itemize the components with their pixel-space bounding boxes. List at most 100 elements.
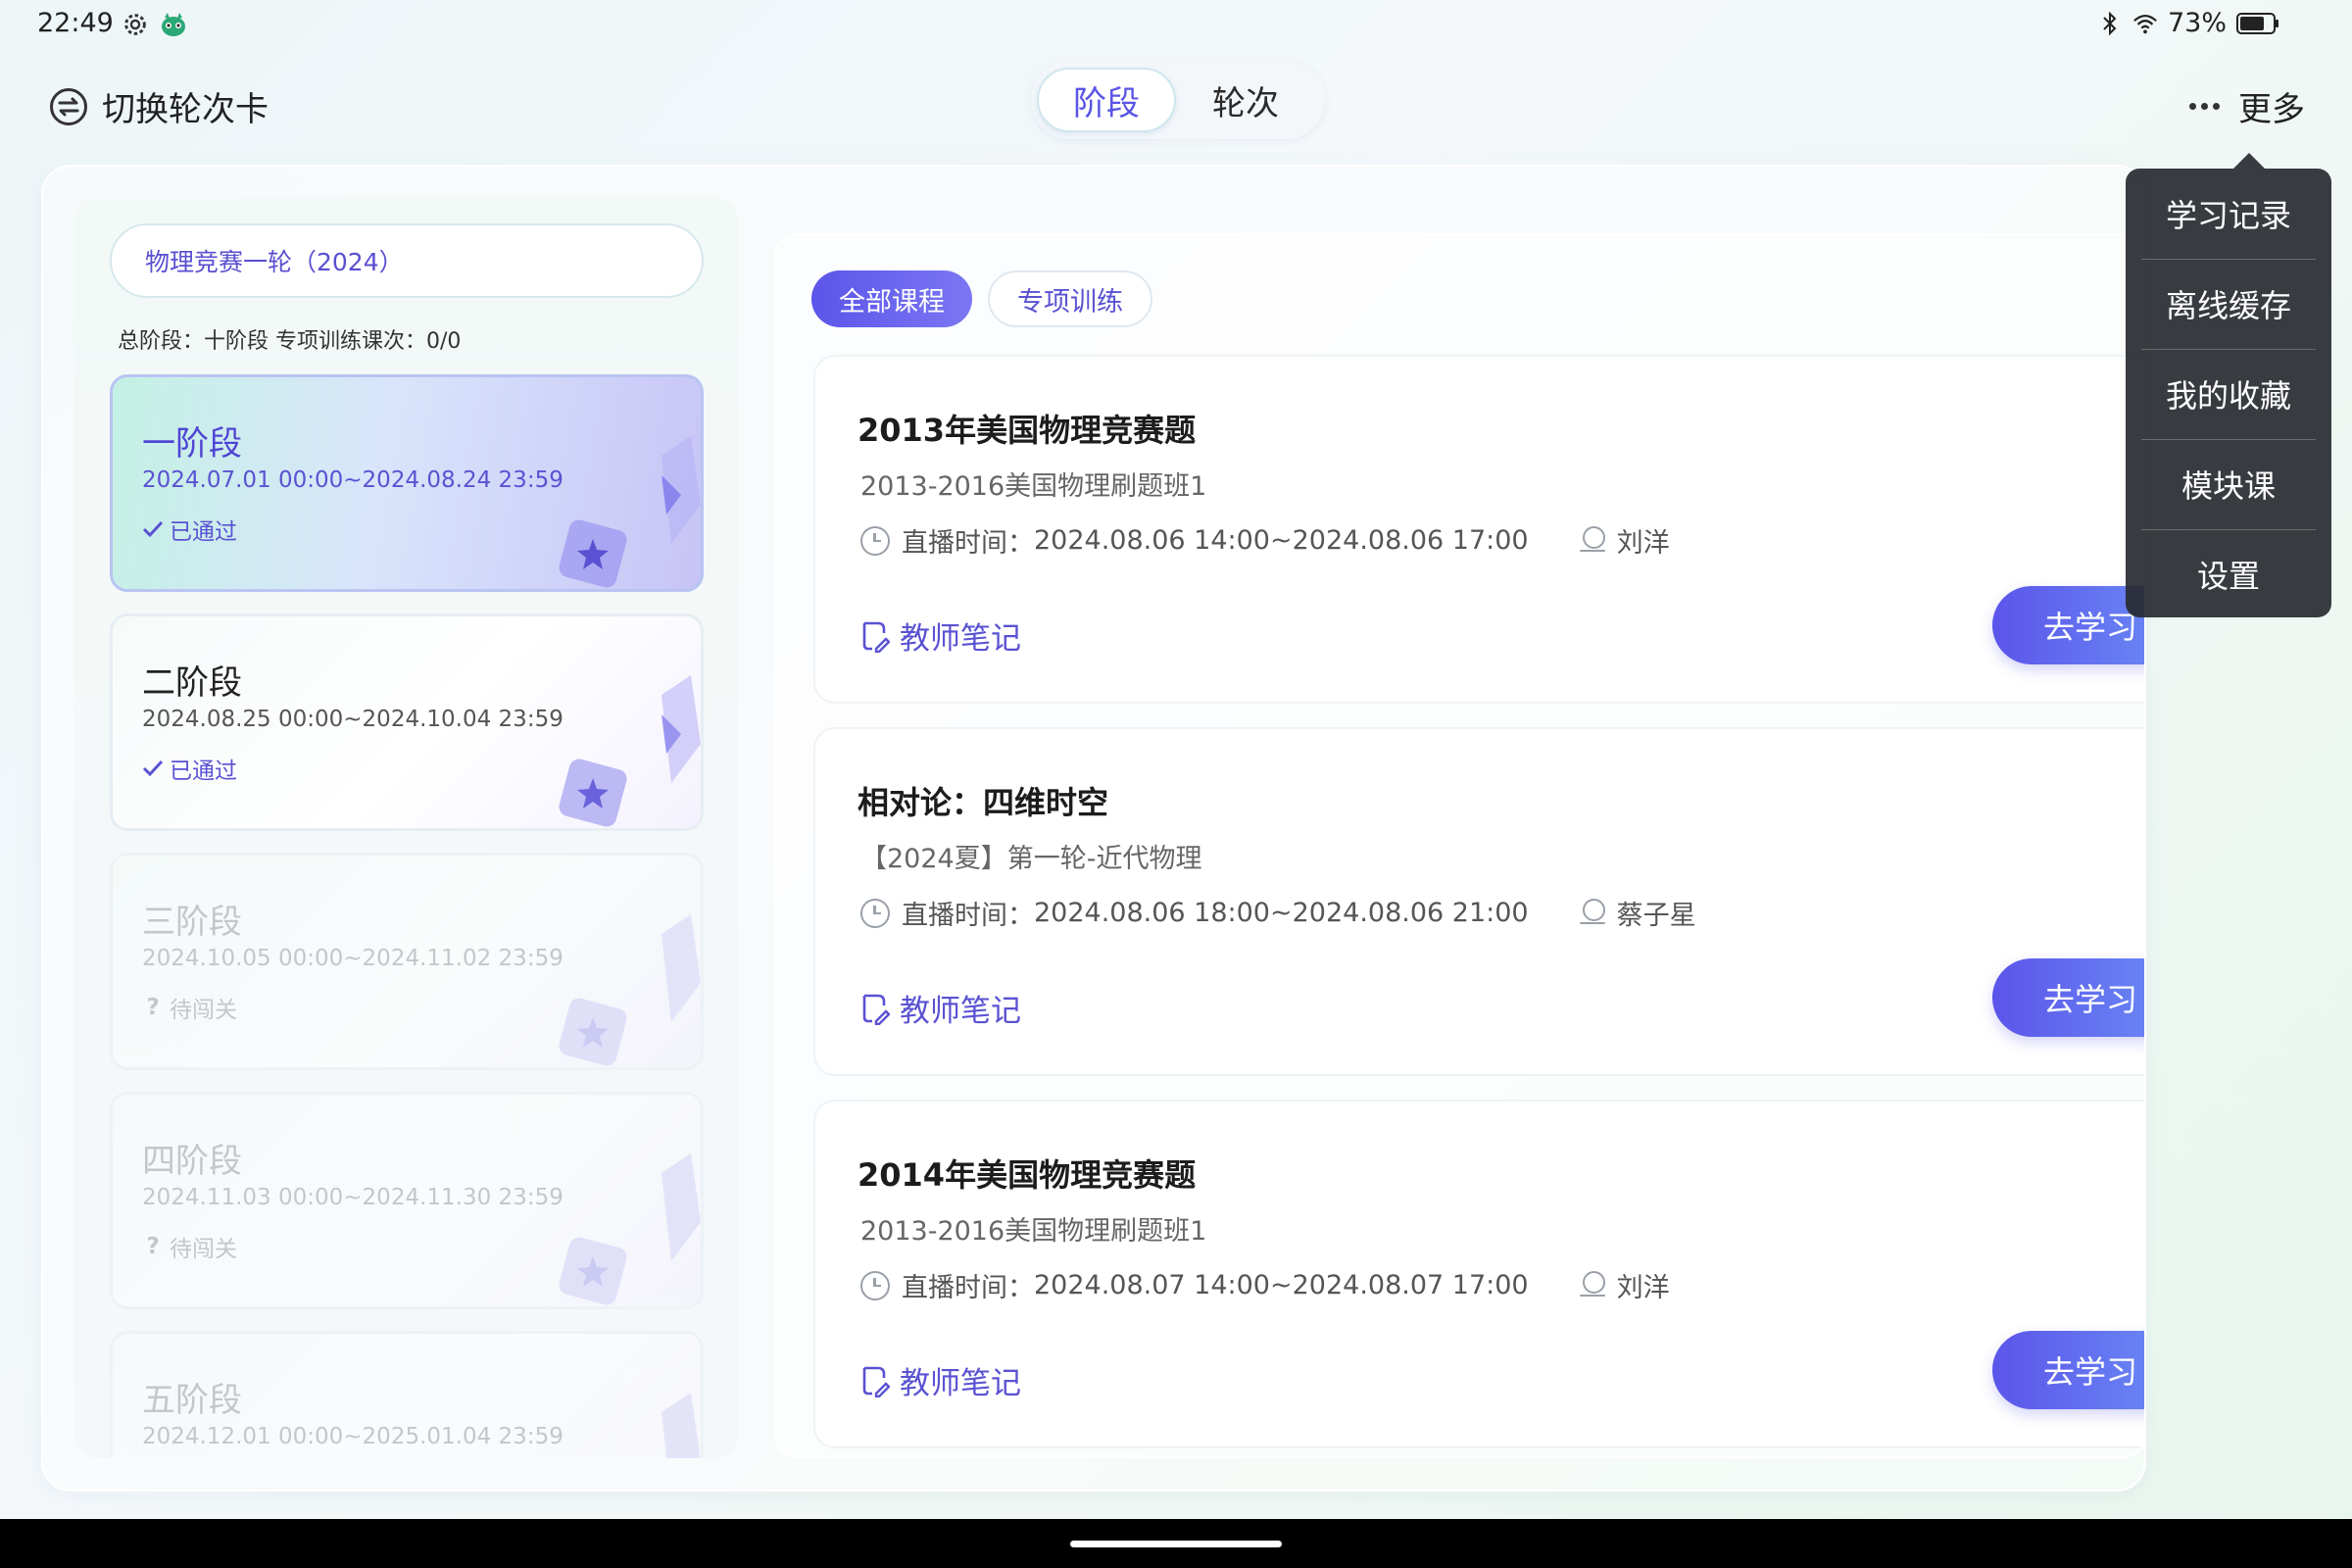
lesson-title: 2013年美国物理竞赛题 — [858, 412, 1197, 449]
live-time: 2024.08.06 14:00~2024.08.06 17:00 — [1034, 525, 1529, 556]
segment-stage[interactable]: 阶段 — [1037, 68, 1176, 132]
stage-badge-illustration — [559, 436, 701, 588]
lesson-list-panel: 全部课程 专项训练 2013年美国物理竞赛题 2013-2016美国物理刷题班1… — [774, 233, 2146, 1458]
tab-all-courses[interactable]: 全部课程 — [811, 270, 972, 327]
clock-icon — [860, 1270, 890, 1300]
stage-badge-illustration — [559, 675, 701, 827]
stage-card[interactable]: 五阶段 2024.12.01 00:00~2025.01.04 23:59 — [110, 1331, 704, 1458]
stage-date: 2024.12.01 00:00~2025.01.04 23:59 — [142, 1424, 564, 1449]
menu-item-module-course[interactable]: 模块课 — [2126, 439, 2331, 529]
teacher-notes-link[interactable]: 教师笔记 — [858, 613, 1021, 658]
battery-icon — [2236, 12, 2278, 34]
clock-icon — [860, 898, 890, 928]
live-time-label: 直播时间： — [902, 528, 1034, 559]
stage-date: 2024.08.25 00:00~2024.10.04 23:59 — [142, 707, 564, 732]
live-time: 2024.08.07 14:00~2024.08.07 17:00 — [1034, 1270, 1529, 1300]
stage-badge-illustration — [559, 1153, 701, 1305]
wifi-icon — [2133, 14, 2157, 33]
person-icon — [1579, 898, 1605, 928]
segment-round[interactable]: 轮次 — [1176, 68, 1315, 132]
system-nav-bar — [0, 1519, 2352, 1568]
more-dots-icon — [2189, 102, 2225, 112]
teacher-name: 刘洋 — [1616, 1273, 1670, 1303]
teacher: 蔡子星 — [1579, 894, 1696, 932]
go-study-button[interactable]: 去学习 — [1992, 1331, 2144, 1409]
stage-card[interactable]: 四阶段 2024.11.03 00:00~2024.11.30 23:59 ? … — [110, 1092, 704, 1309]
bluetooth-icon — [2103, 11, 2117, 35]
stage-status: ? 待闯关 — [142, 991, 237, 1024]
notes-icon — [862, 621, 890, 653]
stage-card[interactable]: 三阶段 2024.10.05 00:00~2024.11.02 23:59 ? … — [110, 853, 704, 1070]
live-time: 2024.08.06 18:00~2024.08.06 21:00 — [1034, 898, 1529, 928]
clock-icon — [860, 525, 890, 556]
menu-item-settings[interactable]: 设置 — [2126, 529, 2331, 619]
tab-special-training[interactable]: 专项训练 — [988, 270, 1152, 327]
stage-date: 2024.07.01 00:00~2024.08.24 23:59 — [142, 467, 564, 493]
lesson-card: 2013年美国物理竞赛题 2013-2016美国物理刷题班1 直播时间： 202… — [813, 355, 2144, 704]
lesson-meta: 直播时间： 2024.08.06 14:00~2024.08.06 17:00 … — [860, 521, 1670, 560]
lesson-class: 2013-2016美国物理刷题班1 — [860, 1216, 1207, 1247]
more-label: 更多 — [2238, 90, 2305, 129]
stage-status-label: 待闯关 — [170, 1237, 237, 1262]
stage-title: 二阶段 — [142, 663, 242, 703]
stage-badge-illustration — [559, 914, 701, 1066]
teacher-notes-label: 教师笔记 — [900, 621, 1021, 657]
more-menu-button[interactable]: 更多 — [2189, 82, 2305, 130]
course-selector[interactable]: 物理竞赛一轮（2024） — [110, 223, 704, 298]
stage-card[interactable]: 一阶段 2024.07.01 00:00~2024.08.24 23:59 已通… — [110, 374, 704, 592]
notes-icon — [862, 1366, 890, 1397]
lesson-meta: 直播时间： 2024.08.07 14:00~2024.08.07 17:00 … — [860, 1266, 1670, 1304]
menu-item-study-record[interactable]: 学习记录 — [2126, 169, 2331, 259]
teacher-name: 蔡子星 — [1616, 901, 1696, 931]
person-icon — [1579, 1270, 1605, 1300]
stage-status: ? 待闯关 — [142, 1230, 237, 1263]
menu-item-offline-cache[interactable]: 离线缓存 — [2126, 259, 2331, 349]
lesson-class: 2013-2016美国物理刷题班1 — [860, 471, 1207, 502]
mascot-icon — [162, 13, 185, 36]
stage-status-label: 待闯关 — [170, 998, 237, 1023]
go-study-button[interactable]: 去学习 — [1992, 586, 2144, 664]
teacher-notes-label: 教师笔记 — [900, 1366, 1021, 1401]
more-dropdown-menu: 学习记录 离线缓存 我的收藏 模块课 设置 — [2126, 153, 2331, 619]
stage-card[interactable]: 二阶段 2024.08.25 00:00~2024.10.04 23:59 已通… — [110, 613, 704, 831]
switch-icon — [50, 87, 87, 125]
stage-title: 四阶段 — [142, 1142, 242, 1181]
lesson-card: 2014年美国物理竞赛题 2013-2016美国物理刷题班1 直播时间： 202… — [813, 1100, 2144, 1448]
teacher-name: 刘洋 — [1616, 528, 1670, 559]
battery-percent: 73% — [2167, 8, 2227, 38]
switch-round-card-label: 切换轮次卡 — [102, 90, 269, 129]
go-study-button[interactable]: 去学习 — [1992, 958, 2144, 1037]
lesson-title: 2014年美国物理竞赛题 — [858, 1156, 1197, 1194]
stage-sidebar: 物理竞赛一轮（2024） 总阶段：十阶段 专项训练课次：0/0 一阶段 2024… — [74, 198, 738, 1458]
live-time-label: 直播时间： — [902, 901, 1034, 931]
live-time-label: 直播时间： — [902, 1273, 1034, 1303]
lesson-title: 相对论：四维时空 — [858, 784, 1109, 821]
stage-title: 五阶段 — [142, 1381, 242, 1420]
stage-status-label: 已通过 — [170, 759, 237, 784]
stage-date: 2024.11.03 00:00~2024.11.30 23:59 — [142, 1185, 564, 1210]
stage-date: 2024.10.05 00:00~2024.11.02 23:59 — [142, 946, 564, 971]
teacher-notes-link[interactable]: 教师笔记 — [858, 1358, 1021, 1402]
lesson-class: 【2024夏】第一轮-近代物理 — [860, 844, 1202, 874]
lesson-meta: 直播时间： 2024.08.06 18:00~2024.08.06 21:00 … — [860, 894, 1696, 932]
menu-item-favorites[interactable]: 我的收藏 — [2126, 349, 2331, 439]
gear-icon — [124, 14, 146, 35]
stage-status: 已通过 — [142, 513, 237, 546]
stage-status: 已通过 — [142, 752, 237, 785]
question-icon: ? — [146, 995, 160, 1020]
teacher-notes-link[interactable]: 教师笔记 — [858, 986, 1021, 1030]
home-indicator[interactable] — [1070, 1541, 1282, 1547]
notes-icon — [862, 994, 890, 1025]
stage-title: 三阶段 — [142, 903, 242, 942]
stage-summary: 总阶段：十阶段 专项训练课次：0/0 — [118, 329, 462, 354]
lesson-tabs: 全部课程 专项训练 — [811, 270, 1152, 327]
teacher: 刘洋 — [1579, 1266, 1670, 1304]
person-icon — [1579, 525, 1605, 556]
check-icon — [142, 760, 164, 777]
status-time: 22:49 — [37, 8, 114, 38]
teacher: 刘洋 — [1579, 521, 1670, 560]
stage-badge-illustration — [662, 1393, 701, 1458]
switch-round-card-button[interactable]: 切换轮次卡 — [49, 82, 269, 130]
lesson-card: 相对论：四维时空 【2024夏】第一轮-近代物理 直播时间： 2024.08.0… — [813, 727, 2144, 1076]
status-bar: 22:49 73% — [0, 0, 2352, 49]
